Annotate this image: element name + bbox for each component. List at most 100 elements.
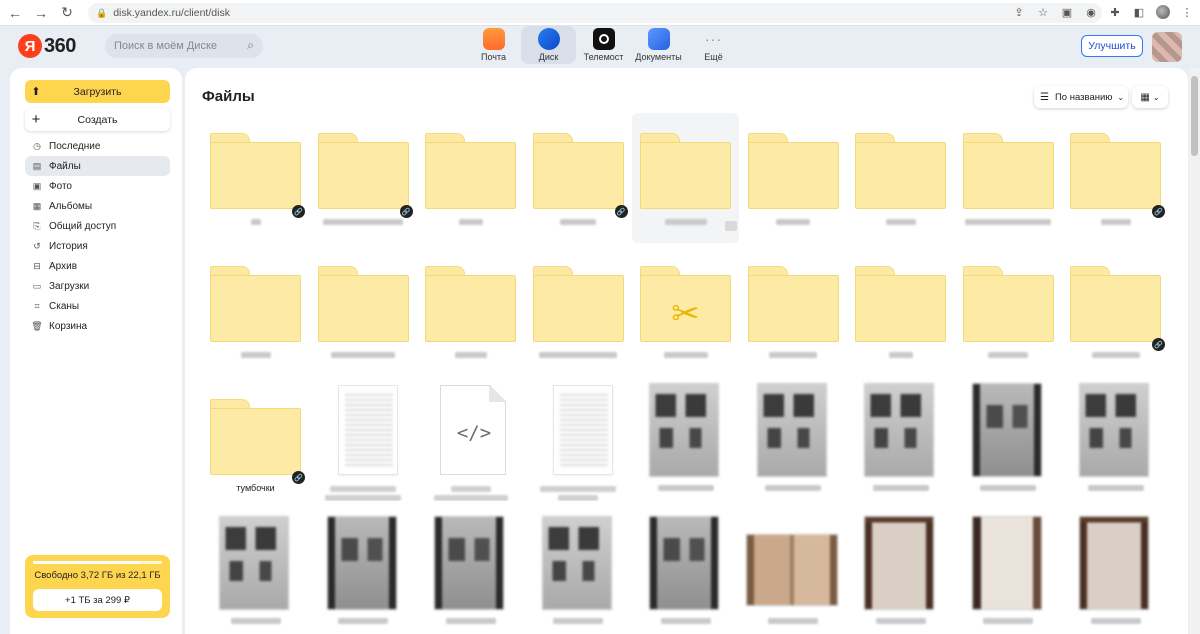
bookmark-star-icon[interactable]: ☆ [1034,3,1052,21]
forward-icon[interactable]: → [30,2,52,24]
app-switcher: Почта Диск Телемост Документы ··· Ещё [466,26,741,64]
upgrade-button[interactable]: Улучшить [1081,35,1143,57]
file-name-redacted [202,616,309,626]
folder-name: тумбочки [236,483,275,493]
search-input[interactable]: Поиск в моём Диске ⌕ [105,34,263,58]
archive-icon: ⊟ [33,260,41,271]
extension-icon[interactable]: ▣ [1058,3,1076,21]
image-item[interactable] [847,379,954,509]
back-icon[interactable]: ← [4,2,26,24]
folder-item[interactable] [847,246,954,376]
image-item[interactable] [202,512,309,634]
folder-item[interactable] [740,113,847,243]
image-item[interactable] [310,512,417,634]
document-item[interactable] [525,379,632,509]
app-disk[interactable]: Диск [521,26,576,64]
image-item[interactable] [417,512,524,634]
image-item[interactable] [955,379,1062,509]
folder-item[interactable]: ✂ [632,246,739,376]
profile-avatar-icon[interactable] [1154,3,1172,21]
file-name-redacted [955,483,1062,493]
folder-item[interactable] [740,246,847,376]
sidebar-item-photo[interactable]: ▣ Фото [25,176,170,196]
folder-item[interactable]: 🔗 тумбочки [202,379,309,509]
document-item[interactable] [310,379,417,509]
folder-item[interactable]: 🔗 [525,113,632,243]
folder-item[interactable]: 🔗 [202,113,309,243]
folder-item[interactable] [847,113,954,243]
upload-label: Загрузить [73,85,122,98]
sidebar-item-downloads[interactable]: ▭ Загрузки [25,276,170,296]
file-name-redacted [525,616,632,626]
create-button[interactable]: + Создать [25,108,170,131]
reload-icon[interactable]: ↻ [56,2,78,24]
folder-name-redacted [310,350,417,360]
app-mail[interactable]: Почта [466,26,521,64]
scissors-icon: ✂ [671,295,700,333]
sort-label: По названию [1054,91,1113,103]
folder-item[interactable] [955,113,1062,243]
image-item[interactable] [1062,379,1169,509]
image-item[interactable] [632,379,739,509]
sidebar-item-files[interactable]: ▤ Файлы [25,156,170,176]
sidebar-item-shared[interactable]: ⎘ Общий доступ [25,216,170,236]
folder-item[interactable] [202,246,309,376]
sidebar-item-trash[interactable]: 🗑 Корзина [25,316,170,336]
folder-item[interactable]: 🔗 [310,113,417,243]
user-avatar[interactable] [1152,32,1182,62]
image-item[interactable] [847,512,954,634]
share-icon[interactable]: ⇪ [1010,3,1028,21]
folder-icon [425,266,516,342]
search-icon: ⌕ [247,38,254,52]
sidebar-item-archive[interactable]: ⊟ Архив [25,256,170,276]
image-item[interactable] [525,512,632,634]
folder-icon [210,399,301,475]
vpn-extension-icon[interactable]: ◉ [1082,3,1100,21]
app-telemost[interactable]: Телемост [576,26,631,64]
folder-item[interactable] [310,246,417,376]
image-thumbnail [649,383,719,477]
browser-menu-icon[interactable]: ⋮ [1178,3,1196,21]
view-mode-button[interactable]: ▦ ⌄ [1132,86,1168,108]
file-name-redacted [310,616,417,626]
image-item[interactable] [1062,512,1169,634]
sort-dropdown[interactable]: ☰ По названию ⌄ [1034,86,1128,108]
puzzle-extensions-icon[interactable]: ✚ [1106,3,1124,21]
code-file-item[interactable]: </> [417,379,524,509]
app-documents[interactable]: Документы [631,26,686,64]
scrollbar-thumb[interactable] [1191,76,1198,156]
sidebar-item-history[interactable]: ↺ История [25,236,170,256]
image-item[interactable] [740,379,847,509]
logo-ya-mark: Я [18,34,42,58]
shared-icon: ⎘ [33,220,41,231]
sidebar-item-recent[interactable]: ◷ Последние [25,136,170,156]
folder-item[interactable]: 🔗 [1062,246,1169,376]
folder-icon [855,133,946,209]
file-name-redacted [632,616,739,626]
buy-storage-button[interactable]: +1 ТБ за 299 ₽ [33,589,162,611]
sidebar-item-label: Альбомы [49,200,93,212]
sidebar-item-label: Общий доступ [49,220,117,232]
folder-item[interactable] [632,113,739,243]
sidebar-item-scans[interactable]: ⌗ Сканы [25,296,170,316]
folder-item[interactable] [417,246,524,376]
folder-item[interactable] [955,246,1062,376]
folder-name-redacted [310,217,417,227]
app-more[interactable]: ··· Ещё [686,26,741,64]
plus-icon: + [31,111,41,128]
folder-item[interactable] [525,246,632,376]
page-scrollbar[interactable] [1189,68,1200,634]
folder-icon [317,266,409,342]
image-item[interactable] [955,512,1062,634]
telemost-icon [592,28,615,50]
upload-button[interactable]: ⬆ Загрузить [25,80,170,103]
folder-item[interactable]: 🔗 [1062,113,1169,243]
folder-item[interactable] [417,113,524,243]
yandex-360-logo[interactable]: Я 360 [18,34,76,58]
sidepanel-icon[interactable]: ◧ [1130,3,1148,21]
file-name-redacted [310,483,417,501]
address-bar[interactable]: 🔒 disk.yandex.ru/client/disk [88,3,1102,23]
image-item[interactable] [632,512,739,634]
image-item[interactable] [740,512,847,634]
sidebar-item-albums[interactable]: ▦ Альбомы [25,196,170,216]
